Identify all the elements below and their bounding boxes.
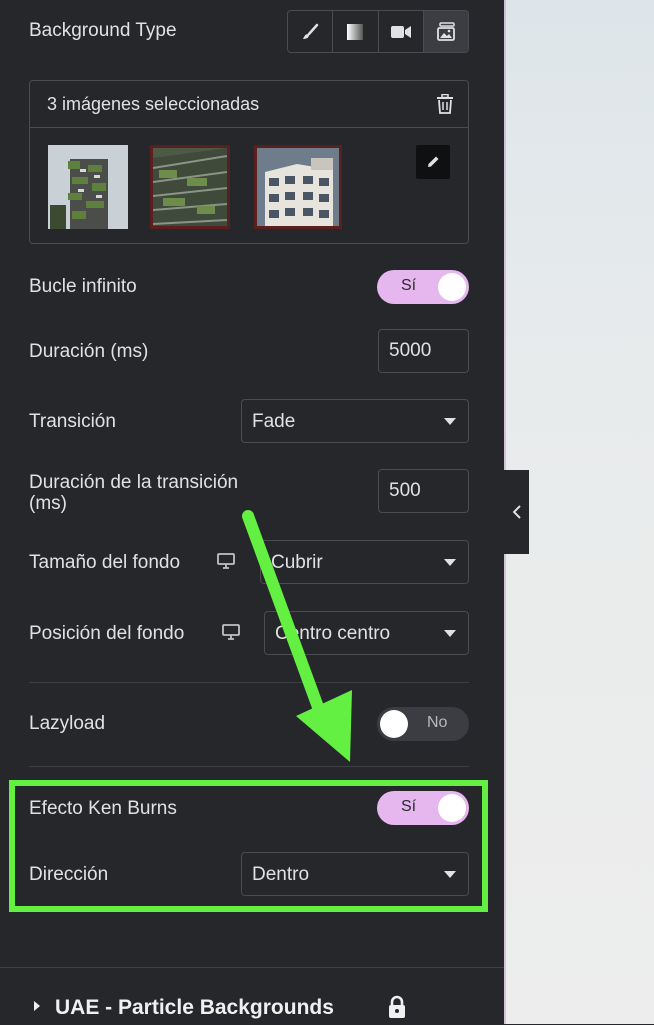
caret-right-icon — [33, 1000, 41, 1012]
bg-position-select[interactable]: Centro centro — [264, 611, 469, 655]
collapse-panel-button[interactable] — [504, 470, 529, 554]
toggle-knob — [380, 710, 408, 738]
bg-type-slideshow-button[interactable] — [423, 11, 468, 52]
brush-icon — [301, 23, 319, 41]
trash-icon[interactable] — [436, 94, 454, 114]
chevron-down-icon — [444, 630, 456, 637]
gallery-thumb-2[interactable] — [150, 145, 230, 229]
transition-duration-input[interactable] — [378, 469, 469, 513]
video-icon — [390, 25, 411, 39]
section-title: UAE - Particle Backgrounds — [55, 996, 334, 1019]
bg-type-classic-button[interactable] — [288, 11, 334, 52]
lazyload-label: Lazyload — [29, 713, 106, 734]
pencil-icon — [426, 155, 440, 169]
bg-size-label: Tamaño del fondo — [29, 552, 181, 573]
background-type-selector — [287, 10, 469, 53]
bg-size-value: Cubrir — [271, 552, 323, 573]
bg-position-value: Centro centro — [275, 623, 391, 644]
bg-type-gradient-button[interactable] — [333, 11, 379, 52]
bg-type-video-button[interactable] — [379, 11, 424, 52]
desktop-icon[interactable] — [222, 624, 240, 640]
desktop-icon[interactable] — [217, 553, 235, 569]
lock-icon — [387, 995, 407, 1019]
divider — [29, 766, 469, 767]
transition-label: Transición — [29, 411, 116, 432]
bg-size-select[interactable]: Cubrir — [260, 540, 469, 584]
loop-toggle-text: Sí — [401, 277, 417, 294]
section-uae-particle-backgrounds[interactable]: UAE - Particle Backgrounds — [0, 967, 504, 1025]
transition-select[interactable]: Fade — [241, 399, 469, 443]
edit-gallery-button[interactable] — [416, 145, 450, 179]
duration-label: Duración (ms) — [29, 341, 149, 362]
transition-value: Fade — [252, 411, 296, 432]
chevron-down-icon — [444, 418, 456, 425]
gallery-count: 3 imágenes seleccionadas — [47, 93, 260, 114]
divider — [29, 682, 469, 683]
chevron-down-icon — [444, 559, 456, 566]
image-gallery: 3 imágenes seleccionadas — [29, 80, 469, 244]
toggle-knob — [438, 273, 466, 301]
duration-input[interactable] — [378, 329, 469, 373]
gallery-thumb-3[interactable] — [254, 145, 342, 229]
lazyload-toggle[interactable]: No — [377, 707, 469, 741]
annotation-highlight-box — [9, 780, 488, 912]
loop-label: Bucle infinito — [29, 276, 137, 297]
chevron-left-icon — [512, 505, 521, 519]
loop-toggle[interactable]: Sí — [377, 270, 469, 304]
bg-position-label: Posición del fondo — [29, 623, 185, 644]
slideshow-icon — [436, 21, 456, 42]
gradient-icon — [346, 23, 364, 41]
transition-duration-label: Duración de la transición (ms) — [29, 472, 239, 514]
gallery-thumb-1[interactable] — [48, 145, 128, 229]
background-type-label: Background Type — [29, 20, 177, 41]
lazyload-toggle-text: No — [427, 714, 448, 731]
